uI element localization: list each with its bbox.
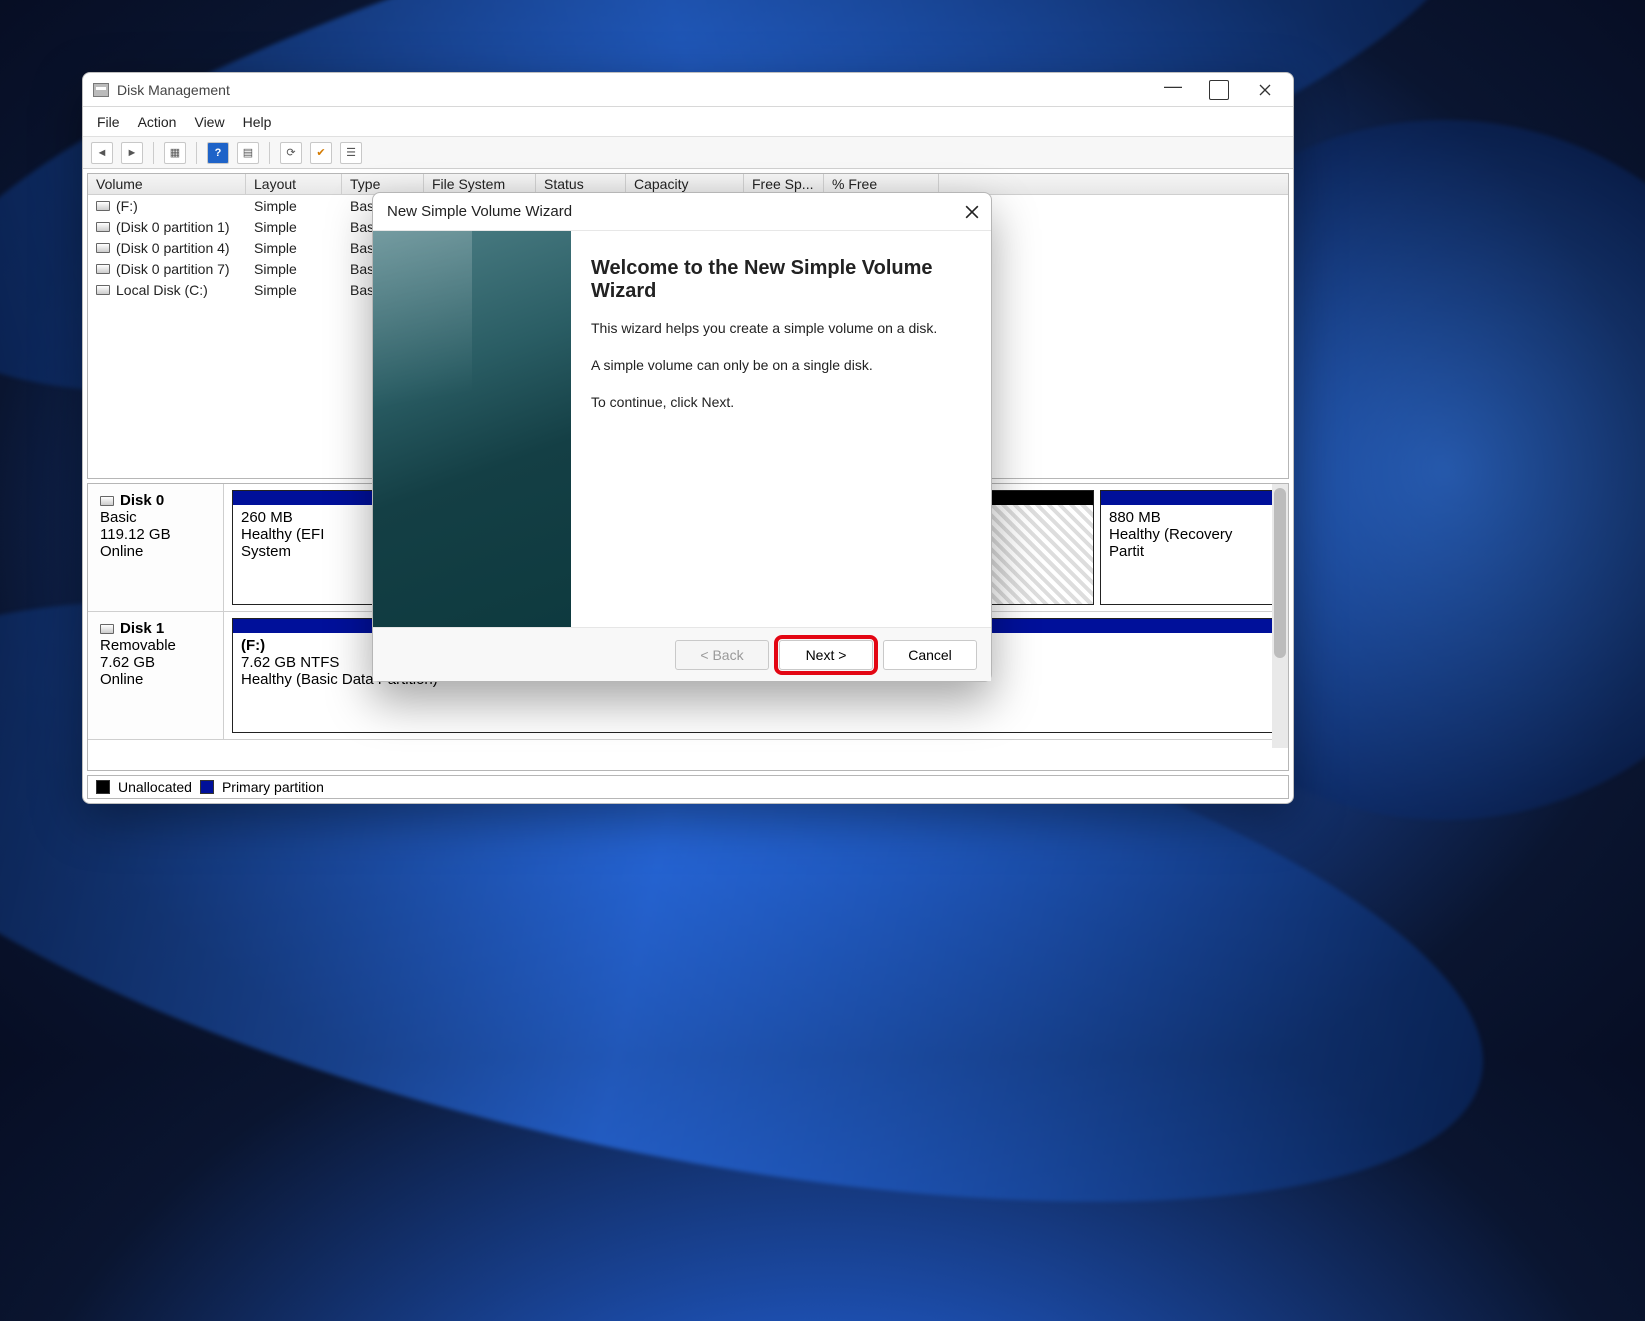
partition-desc: Healthy (Recovery Partit: [1109, 526, 1271, 560]
refresh-icon[interactable]: ⟳: [280, 142, 302, 164]
help-icon[interactable]: ?: [207, 142, 229, 164]
disk-name: Disk 1: [120, 620, 164, 637]
menu-action[interactable]: Action: [138, 114, 177, 130]
disk-size: 119.12 GB: [100, 526, 211, 543]
show-hide-icon[interactable]: ▦: [164, 142, 186, 164]
check-icon[interactable]: ✔: [310, 142, 332, 164]
wizard-title: New Simple Volume Wizard: [387, 203, 572, 220]
col-capacity[interactable]: Capacity: [626, 174, 744, 194]
legend-primary: Primary partition: [222, 779, 324, 795]
menubar: File Action View Help: [83, 107, 1293, 137]
partition[interactable]: 260 MB Healthy (EFI System: [232, 490, 380, 605]
panel-icon[interactable]: ▤: [237, 142, 259, 164]
wizard-content: Welcome to the New Simple Volume Wizard …: [571, 231, 991, 627]
drive-icon: [96, 201, 110, 211]
toolbar: ◄ ► ▦ ? ▤ ⟳ ✔ ☰: [83, 137, 1293, 169]
wizard-heading: Welcome to the New Simple Volume Wizard: [591, 257, 961, 303]
menu-file[interactable]: File: [97, 114, 120, 130]
wizard-text-2: A simple volume can only be on a single …: [591, 356, 961, 375]
wizard-sidebar-graphic: [373, 231, 571, 627]
col-volume[interactable]: Volume: [88, 174, 246, 194]
col-type[interactable]: Type: [342, 174, 424, 194]
drive-icon: [96, 222, 110, 232]
wizard-text-1: This wizard helps you create a simple vo…: [591, 319, 961, 338]
next-button[interactable]: Next >: [779, 640, 873, 670]
app-title: Disk Management: [117, 82, 230, 98]
col-status[interactable]: Status: [536, 174, 626, 194]
menu-view[interactable]: View: [194, 114, 224, 130]
new-simple-volume-wizard: New Simple Volume Wizard Welcome to the …: [372, 192, 992, 682]
partition-desc: Healthy (EFI System: [241, 526, 371, 560]
disk-name: Disk 0: [120, 492, 164, 509]
legend: Unallocated Primary partition: [87, 775, 1289, 799]
back-button: < Back: [675, 640, 769, 670]
drive-icon: [96, 285, 110, 295]
minimize-button[interactable]: —: [1163, 76, 1183, 96]
drive-icon: [96, 264, 110, 274]
disk-info[interactable]: Disk 1 Removable 7.62 GB Online: [88, 612, 224, 739]
partition-size: 880 MB: [1109, 509, 1271, 526]
disk-kind: Basic: [100, 509, 211, 526]
legend-unallocated: Unallocated: [118, 779, 192, 795]
disk-status: Online: [100, 671, 211, 688]
disk-icon: [100, 496, 114, 506]
maximize-button[interactable]: [1209, 80, 1229, 100]
partition[interactable]: 880 MB Healthy (Recovery Partit: [1100, 490, 1280, 605]
col-free-space[interactable]: Free Sp...: [744, 174, 824, 194]
legend-swatch-unallocated: [96, 780, 110, 794]
col-pct-free[interactable]: % Free: [824, 174, 939, 194]
col-filesystem[interactable]: File System: [424, 174, 536, 194]
partition-size: 260 MB: [241, 509, 371, 526]
drive-icon: [96, 243, 110, 253]
wizard-close-button[interactable]: [963, 203, 981, 221]
wizard-text-3: To continue, click Next.: [591, 393, 961, 412]
wizard-titlebar[interactable]: New Simple Volume Wizard: [373, 193, 991, 231]
disk-info[interactable]: Disk 0 Basic 119.12 GB Online: [88, 484, 224, 611]
col-layout[interactable]: Layout: [246, 174, 342, 194]
menu-help[interactable]: Help: [243, 114, 272, 130]
wizard-buttons: < Back Next > Cancel: [373, 627, 991, 681]
cancel-button[interactable]: Cancel: [883, 640, 977, 670]
settings-icon[interactable]: ☰: [340, 142, 362, 164]
legend-swatch-primary: [200, 780, 214, 794]
app-icon: [93, 83, 109, 97]
forward-icon[interactable]: ►: [121, 142, 143, 164]
close-button[interactable]: [1255, 80, 1275, 100]
scrollbar-thumb[interactable]: [1274, 488, 1286, 658]
disk-kind: Removable: [100, 637, 211, 654]
disk-icon: [100, 624, 114, 634]
back-icon[interactable]: ◄: [91, 142, 113, 164]
titlebar[interactable]: Disk Management —: [83, 73, 1293, 107]
disk-status: Online: [100, 543, 211, 560]
scrollbar[interactable]: [1272, 484, 1288, 748]
disk-size: 7.62 GB: [100, 654, 211, 671]
